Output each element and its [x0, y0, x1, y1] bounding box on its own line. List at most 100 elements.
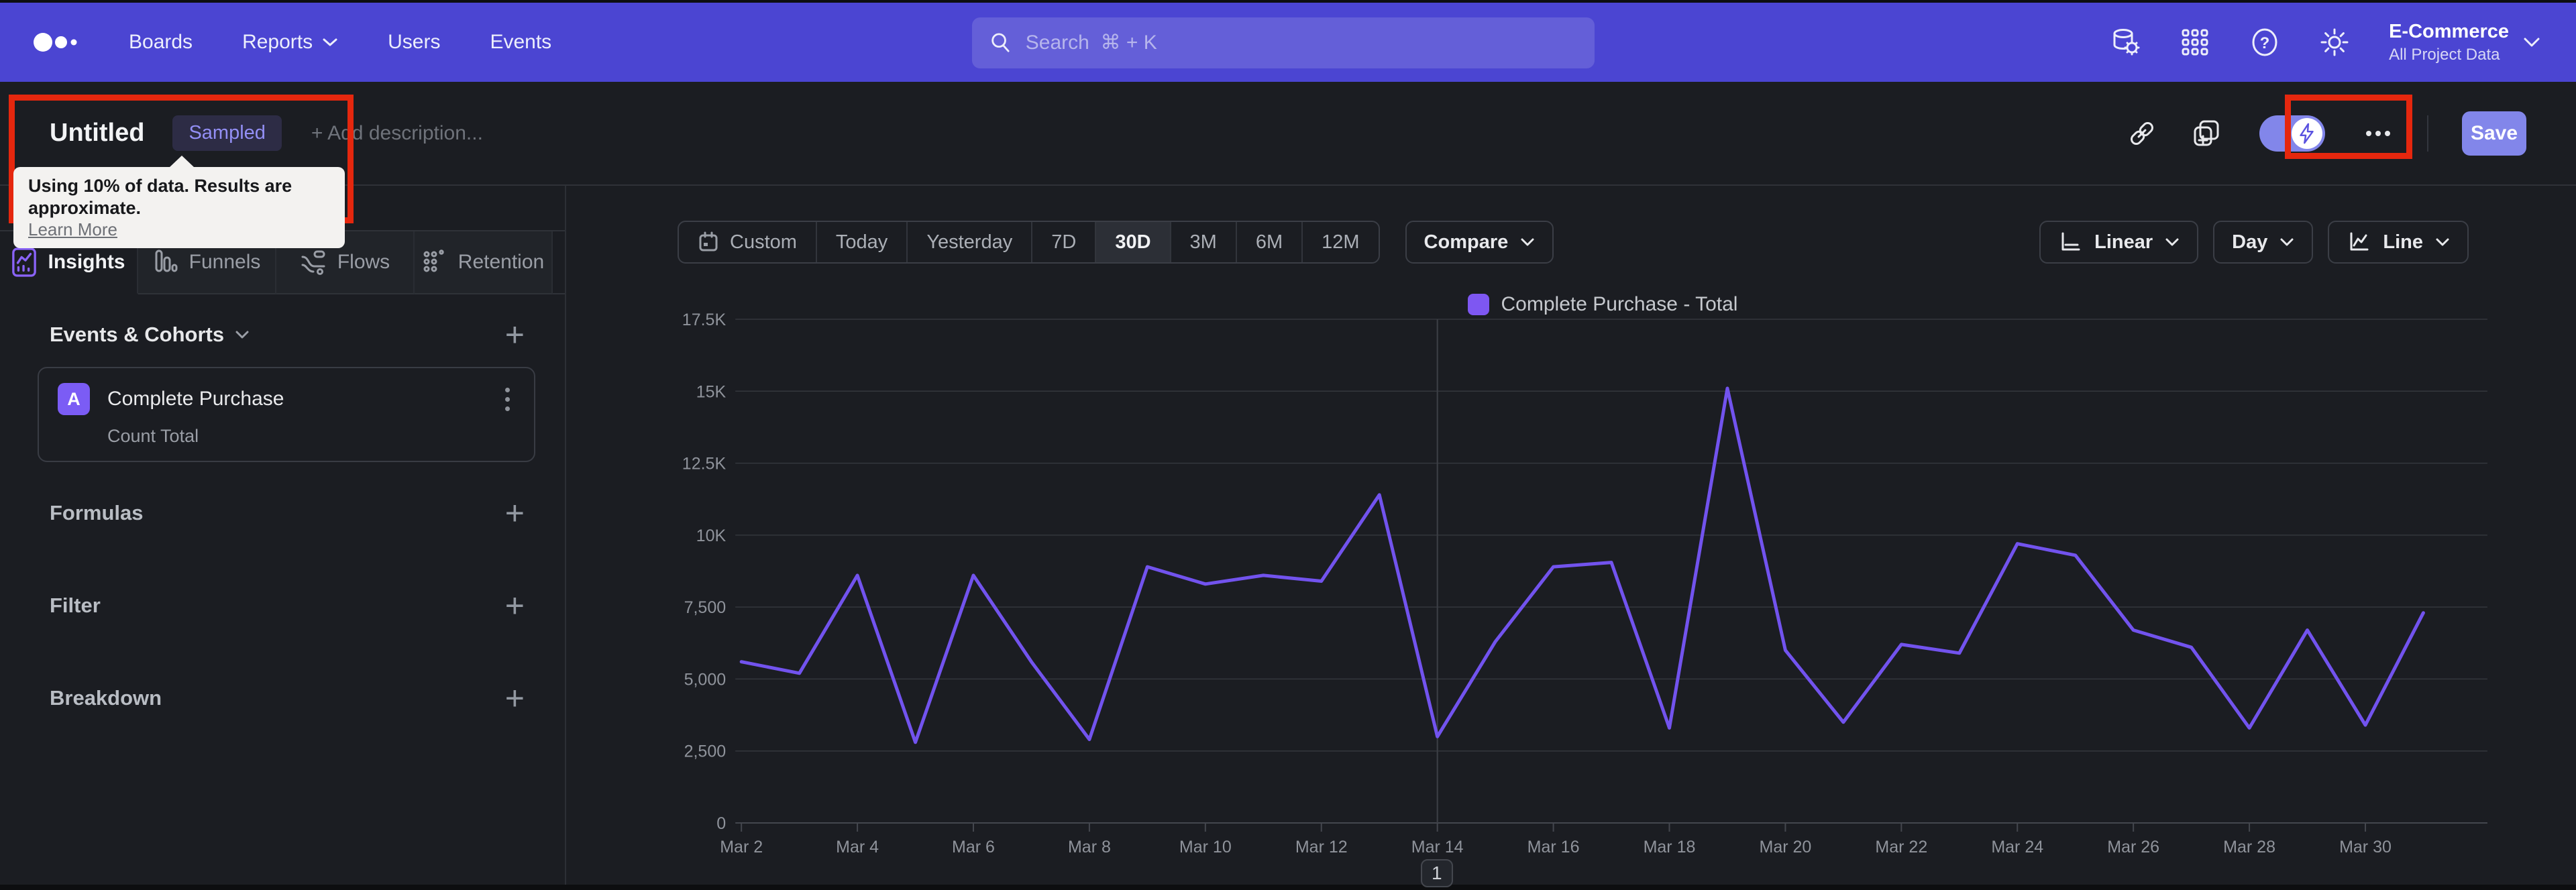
x-axis-label: Mar 2 — [720, 838, 763, 856]
x-axis-label: Mar 4 — [836, 838, 879, 856]
apps-grid-icon[interactable] — [2180, 27, 2210, 58]
nav-right-cluster: ? E-Commerce All Project Data — [2110, 3, 2541, 82]
mixpanel-logo-icon[interactable] — [32, 29, 86, 56]
tab-label: Retention — [458, 251, 545, 273]
y-axis-label: 15K — [696, 382, 727, 401]
add-formula-button[interactable]: + — [505, 496, 525, 530]
add-to-board-icon[interactable] — [2191, 118, 2222, 149]
nav-item-label: Boards — [129, 31, 193, 53]
y-axis-label: 2,500 — [684, 742, 727, 761]
nav-item-label: Events — [490, 31, 552, 53]
nav-menu: Boards Reports Users Events — [129, 31, 551, 54]
report-title-bar: Untitled Sampled + Add description... Sa… — [0, 82, 2576, 186]
x-axis-label: Mar 26 — [2107, 838, 2159, 856]
title-actions: Save — [2127, 111, 2526, 156]
insights-icon — [12, 247, 37, 277]
divider — [2427, 115, 2428, 152]
app-window: Boards Reports Users Events ? — [0, 3, 2576, 887]
project-name: E-Commerce — [2389, 20, 2509, 42]
event-name[interactable]: Complete Purchase — [107, 388, 284, 410]
add-filter-button[interactable]: + — [505, 589, 525, 622]
nav-item-label: Reports — [242, 31, 313, 53]
top-nav: Boards Reports Users Events ? — [0, 3, 2576, 82]
chevron-down-icon — [323, 38, 337, 46]
y-axis-label: 12.5K — [682, 455, 727, 474]
x-axis-label: Mar 16 — [1527, 838, 1580, 856]
tab-label: Flows — [337, 251, 390, 273]
retention-icon — [423, 249, 444, 272]
save-button[interactable]: Save — [2462, 111, 2526, 156]
x-axis-label: Mar 28 — [2223, 838, 2275, 856]
funnels-icon — [155, 249, 178, 272]
sampling-tooltip-text: Using 10% of data. Results are approxima… — [28, 176, 292, 218]
filter-section: Filter + — [0, 589, 565, 622]
nav-item-boards[interactable]: Boards — [129, 31, 193, 54]
tab-label: Insights — [48, 251, 125, 273]
search-icon — [991, 33, 1010, 52]
sampling-tooltip: Using 10% of data. Results are approxima… — [13, 156, 345, 248]
breakdown-label: Breakdown — [50, 686, 162, 710]
x-axis-label: Mar 10 — [1179, 838, 1232, 856]
x-axis-label: Mar 8 — [1068, 838, 1111, 856]
query-builder-sidebar: Insights Funnels Flows Retention Events … — [0, 186, 566, 885]
sampling-toggle[interactable] — [2259, 115, 2325, 152]
events-cohorts-title[interactable]: Events & Cohorts — [50, 323, 250, 347]
filter-label: Filter — [50, 594, 101, 617]
search-bar[interactable] — [972, 17, 1595, 68]
y-axis-label: 10K — [696, 526, 727, 545]
sampling-toggle-knob — [2292, 117, 2322, 149]
event-card[interactable]: A Complete Purchase Count Total — [38, 367, 535, 462]
chevron-down-icon — [2524, 38, 2540, 47]
nav-item-events[interactable]: Events — [490, 31, 551, 54]
y-axis-label: 7,500 — [684, 598, 727, 617]
more-options-icon[interactable] — [2363, 118, 2394, 149]
lightning-bolt-icon — [2300, 123, 2314, 144]
copy-link-icon[interactable] — [2127, 118, 2157, 149]
settings-gear-icon[interactable] — [2319, 27, 2350, 58]
sampled-badge[interactable]: Sampled — [172, 115, 282, 151]
content-area: Insights Funnels Flows Retention Events … — [0, 186, 2576, 887]
y-axis-label: 17.5K — [682, 311, 727, 329]
chart-annotation-badge[interactable]: 1 — [1420, 859, 1453, 887]
help-icon[interactable]: ? — [2249, 27, 2280, 58]
add-description[interactable]: + Add description... — [311, 122, 483, 145]
x-axis-label: Mar 24 — [1991, 838, 2043, 856]
y-axis-label: 0 — [716, 814, 726, 833]
nav-item-label: Users — [388, 31, 441, 53]
flows-icon — [301, 250, 325, 275]
svg-text:?: ? — [2260, 34, 2270, 52]
report-title[interactable]: Untitled — [50, 119, 144, 148]
event-options-icon[interactable] — [500, 385, 515, 414]
chevron-down-icon — [235, 331, 249, 339]
event-metric[interactable]: Count Total — [107, 426, 515, 447]
breakdown-section: Breakdown + — [0, 681, 565, 715]
search-input[interactable] — [1025, 32, 1577, 54]
x-axis-label: Mar 30 — [2339, 838, 2392, 856]
tab-label: Funnels — [189, 251, 261, 273]
chart-panel: Custom Today Yesterday 7D 30D 3M 6M 12M … — [566, 186, 2576, 887]
insights-line-chart[interactable]: 0 2,500 5,000 7,500 10K 12.5K 15K 17.5K Mar 2 Mar… — [566, 186, 2576, 885]
nav-item-users[interactable]: Users — [388, 31, 440, 54]
event-series-badge: A — [58, 383, 90, 415]
chart-line[interactable] — [739, 386, 2425, 744]
formulas-section: Formulas + — [0, 496, 565, 530]
x-axis-label: Mar 20 — [1759, 838, 1811, 856]
y-axis-label: 5,000 — [684, 670, 727, 689]
formulas-label: Formulas — [50, 501, 144, 524]
x-axis-label: Mar 14 — [1411, 838, 1464, 856]
events-cohorts-label: Events & Cohorts — [50, 323, 225, 346]
tab-filler — [553, 231, 565, 294]
tab-retention[interactable]: Retention — [415, 231, 553, 294]
add-event-button[interactable]: + — [505, 318, 525, 351]
data-management-icon[interactable] — [2110, 27, 2141, 58]
x-axis-label: Mar 12 — [1295, 838, 1348, 856]
project-scope: All Project Data — [2389, 45, 2500, 64]
project-switcher[interactable]: E-Commerce All Project Data — [2389, 21, 2541, 64]
nav-item-reports[interactable]: Reports — [242, 31, 338, 54]
learn-more-link[interactable]: Learn More — [28, 219, 117, 240]
x-axis-label: Mar 18 — [1644, 838, 1696, 856]
x-axis-label: Mar 6 — [952, 838, 995, 856]
add-breakdown-button[interactable]: + — [505, 681, 525, 715]
events-cohorts-header: Events & Cohorts + — [0, 318, 565, 351]
x-axis-label: Mar 22 — [1875, 838, 1927, 856]
